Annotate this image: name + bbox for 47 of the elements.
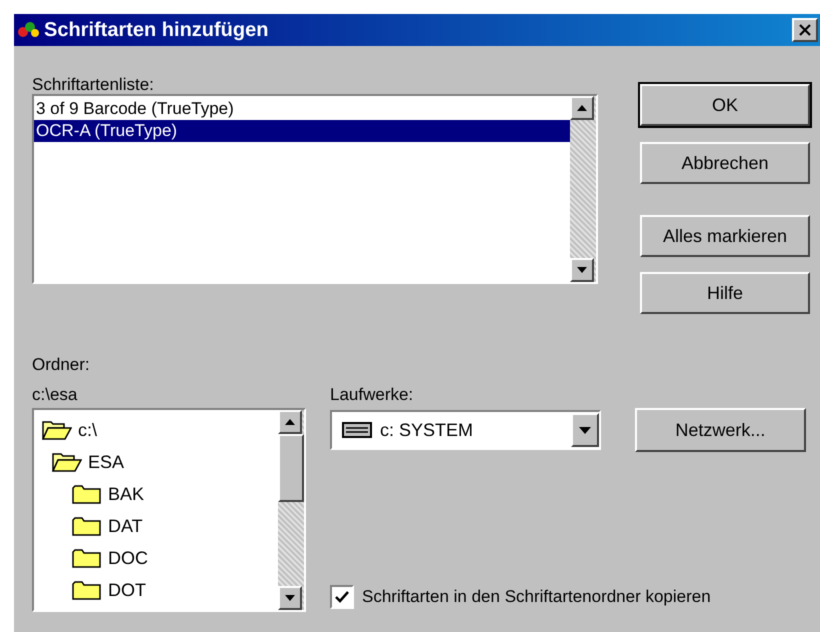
scrollbar-thumb[interactable] xyxy=(278,434,304,502)
copy-checkbox[interactable]: Schriftarten in den Schriftartenordner kopieren xyxy=(330,584,806,610)
font-list-label: Schriftartenliste: xyxy=(32,74,155,94)
drives-label: Laufwerke: xyxy=(330,384,414,406)
down-arrow-icon xyxy=(285,595,295,601)
dialog-button[interactable]: Alles markieren xyxy=(640,215,810,257)
open-folder-icon xyxy=(52,451,82,473)
folder-icon xyxy=(72,547,102,569)
folder-item[interactable]: c:\ xyxy=(34,414,278,446)
scroll-up-button[interactable] xyxy=(278,410,302,434)
font-list-item[interactable]: 3 of 9 Barcode (TrueType) xyxy=(34,98,570,120)
checkbox[interactable] xyxy=(330,584,354,609)
current-path: c:\esa xyxy=(32,384,78,406)
folder-icon xyxy=(72,515,102,537)
dialog-button[interactable]: Hilfe xyxy=(640,272,810,314)
network-button[interactable]: Netzwerk... xyxy=(634,408,806,452)
folder-item[interactable]: ESA xyxy=(34,446,278,478)
scroll-up-button[interactable] xyxy=(570,96,594,120)
open-folder-icon xyxy=(42,419,72,441)
folder-tree[interactable]: c:\ ESA BAK DAT DOC DOT xyxy=(32,408,306,612)
folder-item[interactable]: BAK xyxy=(34,478,278,510)
up-arrow-icon xyxy=(577,105,587,111)
caret-icon xyxy=(578,426,591,434)
scrollbar[interactable] xyxy=(278,410,304,610)
window-title: Schriftarten hinzufügen xyxy=(44,18,270,43)
folder-icon xyxy=(72,483,102,505)
font-list[interactable]: 3 of 9 Barcode (TrueType) OCR-A (TrueType) xyxy=(32,94,598,284)
up-arrow-icon xyxy=(285,419,295,425)
close-button[interactable] xyxy=(792,18,818,42)
close-icon xyxy=(799,24,811,36)
drive-icon xyxy=(342,422,372,438)
drive-dropdown[interactable]: c: SYSTEM xyxy=(330,410,601,450)
folder-label: Ordner: xyxy=(32,354,91,376)
scrollbar[interactable] xyxy=(570,96,596,282)
folder-item[interactable]: DOC xyxy=(34,542,278,574)
font-list-item[interactable]: OCR-A (TrueType) xyxy=(34,120,570,142)
dialog-button[interactable]: Abbrechen xyxy=(640,142,810,184)
checkmark-icon xyxy=(335,590,349,603)
down-arrow-icon xyxy=(577,267,587,273)
scroll-down-button[interactable] xyxy=(570,258,594,282)
folder-icon xyxy=(72,579,102,601)
scroll-down-button[interactable] xyxy=(278,586,302,610)
folder-item[interactable]: DOT xyxy=(34,574,278,606)
dialog-button[interactable]: OK xyxy=(640,84,810,126)
app-icon xyxy=(18,20,40,40)
folder-item[interactable]: DAT xyxy=(34,510,278,542)
dropdown-button[interactable] xyxy=(570,413,599,447)
